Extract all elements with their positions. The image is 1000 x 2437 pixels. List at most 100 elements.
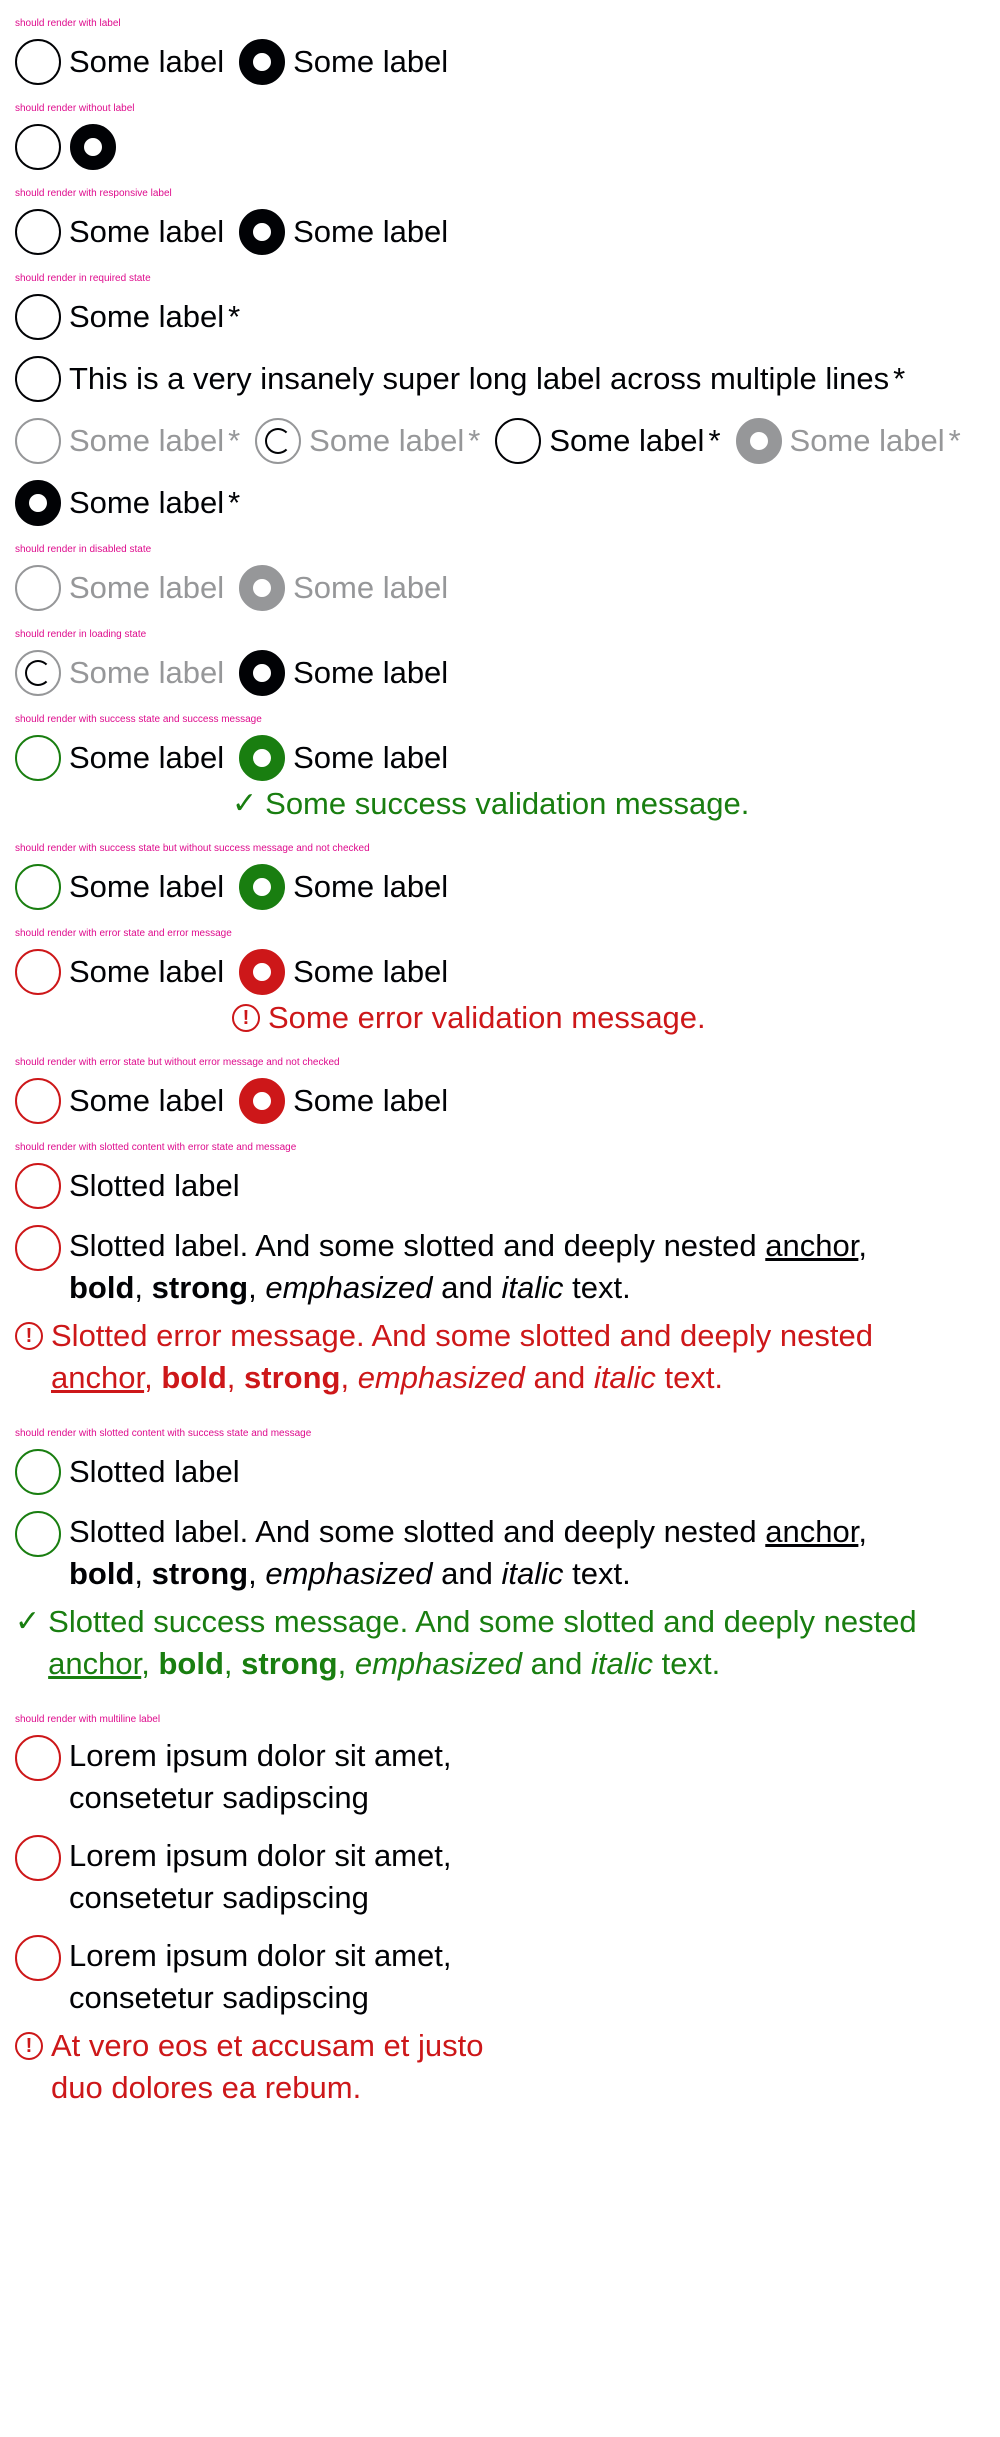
radio-option[interactable]: Some label (15, 1078, 224, 1124)
error-message-slotted: Slotted error message. And some slotted … (51, 1318, 873, 1395)
required-mark: * (893, 361, 906, 396)
radio-button-error[interactable] (15, 1735, 61, 1781)
radio-button[interactable] (15, 356, 61, 402)
required-mark: * (948, 423, 961, 458)
radio-option[interactable]: Some label (239, 209, 448, 255)
radio-option[interactable]: Some label (239, 735, 448, 781)
radio-button-checked[interactable] (15, 480, 61, 526)
section-title: should render in disabled state (15, 544, 152, 555)
radio-button[interactable] (15, 124, 61, 170)
error-message-text: At vero eos et accusam et justo duo dolo… (51, 2028, 484, 2105)
exclamation-circle-icon: ! (15, 1322, 43, 1350)
radio-label: Some label (293, 570, 449, 605)
error-message: ! Slotted error message. And some slotte… (15, 1315, 985, 1399)
radio-option[interactable]: Lorem ipsum dolor sit amet, consetetur s… (15, 1935, 469, 2019)
radio-button-error[interactable] (15, 1163, 61, 1209)
radio-label: Lorem ipsum dolor sit amet, consetetur s… (69, 1938, 452, 2015)
required-mark: * (228, 423, 241, 458)
radio-label: Some label (69, 214, 225, 249)
radio-button-checked[interactable] (239, 39, 286, 85)
radio-button-success[interactable] (15, 864, 61, 910)
success-message-slotted: Slotted success message. And some slotte… (48, 1604, 917, 1681)
radio-button[interactable] (15, 39, 61, 85)
radio-label: Slotted label (69, 1454, 240, 1489)
radio-label: Some label (549, 423, 705, 458)
section-title: should render with success state and suc… (15, 714, 262, 725)
radio-button-error-checked[interactable] (239, 1078, 286, 1124)
section-title: should render with error state but witho… (15, 1057, 340, 1068)
radio-option: Some label (15, 565, 224, 611)
radio-button-disabled (15, 565, 61, 611)
checkmark-icon: ✓ (232, 787, 258, 820)
radio-button-error[interactable] (15, 1935, 61, 1981)
radio-button-error[interactable] (15, 1078, 61, 1124)
radio-button-checked[interactable] (239, 650, 286, 696)
radio-option: Some label (15, 650, 224, 696)
exclamation-circle-icon: ! (232, 1004, 260, 1032)
radio-option[interactable]: Some label * (15, 294, 240, 340)
radio-option[interactable]: This is a very insanely super long label… (15, 356, 905, 402)
radio-option[interactable]: Some label (239, 949, 448, 995)
radio-button-success[interactable] (15, 1449, 61, 1495)
radio-button-error[interactable] (15, 1835, 61, 1881)
radio-label: Some label (69, 44, 225, 79)
radio-button-error-checked[interactable] (239, 949, 286, 995)
radio-label: Some label (789, 423, 945, 458)
radio-option[interactable] (15, 124, 61, 170)
radio-option[interactable]: Some label (15, 209, 224, 255)
radio-option[interactable]: Some label (239, 1078, 448, 1124)
anchor-link[interactable]: anchor (765, 1228, 858, 1263)
radio-option[interactable]: Some label (15, 39, 224, 85)
radio-option[interactable]: Slotted label. And some slotted and deep… (15, 1511, 949, 1595)
success-message-text: Some success validation message. (265, 786, 750, 821)
radio-button-checked[interactable] (239, 209, 286, 255)
radio-label: Some label (69, 655, 225, 690)
radio-label-slotted: Slotted label. And some slotted and deep… (69, 1514, 867, 1591)
radio-option[interactable] (70, 124, 116, 170)
radio-option[interactable]: Some label (239, 650, 448, 696)
radio-option[interactable]: Slotted label (15, 1163, 240, 1209)
radio-label: Some label (69, 1083, 225, 1118)
error-message-text: Some error validation message. (268, 1000, 706, 1035)
radio-option[interactable]: Some label (15, 735, 224, 781)
error-message: ! Some error validation message. (232, 997, 985, 1039)
radio-button[interactable] (15, 294, 61, 340)
radio-button[interactable] (15, 209, 61, 255)
section-title: should render in required state (15, 273, 151, 284)
radio-option[interactable]: Some label * (15, 480, 240, 526)
radio-button-checked[interactable] (70, 124, 116, 170)
radio-option[interactable]: Lorem ipsum dolor sit amet, consetetur s… (15, 1735, 469, 1819)
success-message: ✓ Some success validation message. (232, 783, 985, 825)
radio-button-success-checked[interactable] (239, 864, 286, 910)
radio-option: Some label * (735, 418, 961, 464)
radio-option[interactable]: Some label (239, 39, 448, 85)
section-title: should render with error state and error… (15, 928, 232, 939)
radio-button[interactable] (495, 418, 542, 464)
radio-label: Some label (69, 423, 225, 458)
radio-option[interactable]: Some label (239, 864, 448, 910)
radio-button-success-checked[interactable] (239, 735, 286, 781)
exclamation-circle-icon: ! (15, 2032, 43, 2060)
radio-option[interactable]: Some label * (495, 418, 721, 464)
section-title: should render with slotted content with … (15, 1428, 312, 1439)
radio-option[interactable]: Some label (15, 864, 224, 910)
section-title: should render with success state but wit… (15, 843, 370, 854)
radio-button-disabled (15, 418, 61, 464)
anchor-link[interactable]: anchor (51, 1360, 144, 1395)
anchor-link[interactable]: anchor (48, 1646, 141, 1681)
radio-button-success[interactable] (15, 735, 61, 781)
radio-button-success[interactable] (15, 1511, 61, 1557)
error-message: ! At vero eos et accusam et justo duo do… (15, 2025, 985, 2109)
radio-label: Some label (293, 214, 449, 249)
radio-button-error[interactable] (15, 1225, 61, 1271)
required-mark: * (468, 423, 481, 458)
radio-label: Some label (69, 954, 225, 989)
radio-option[interactable]: Slotted label. And some slotted and deep… (15, 1225, 949, 1309)
radio-label: Some label (293, 1083, 449, 1118)
radio-button-error[interactable] (15, 949, 61, 995)
radio-option[interactable]: Some label (15, 949, 224, 995)
radio-option[interactable]: Slotted label (15, 1449, 240, 1495)
radio-option[interactable]: Lorem ipsum dolor sit amet, consetetur s… (15, 1835, 469, 1919)
radio-label: Lorem ipsum dolor sit amet, consetetur s… (69, 1738, 452, 1815)
anchor-link[interactable]: anchor (765, 1514, 858, 1549)
